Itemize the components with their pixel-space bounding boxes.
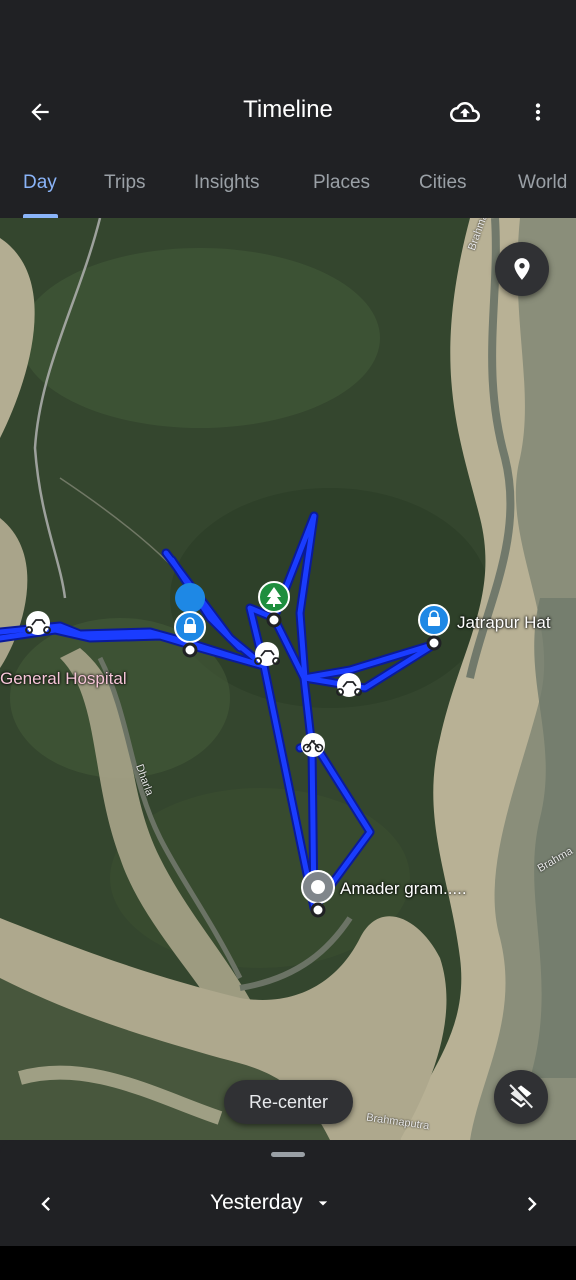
motorcycle-icon[interactable] <box>25 611 51 635</box>
place-pin-icon <box>514 258 530 280</box>
place-label-jatrapur-hat[interactable]: Jatrapur Hat <box>457 613 551 633</box>
tab-insights[interactable]: Insights <box>194 172 259 194</box>
motorcycle-icon[interactable] <box>254 642 280 666</box>
tab-world[interactable]: World <box>518 172 567 194</box>
location-pin-icon[interactable] <box>301 870 335 918</box>
status-bar <box>0 0 576 80</box>
place-fab-button[interactable] <box>495 242 549 296</box>
tab-bar: Day Trips Insights Places Cities World <box>0 144 576 218</box>
chevron-left-icon <box>41 1197 50 1211</box>
sheet-drag-handle[interactable] <box>271 1152 305 1157</box>
app-bar: Timeline <box>0 80 576 144</box>
tab-day[interactable]: Day <box>23 172 57 194</box>
date-label: Yesterday <box>210 1191 303 1214</box>
upload-button[interactable] <box>444 92 486 132</box>
place-label-general-hospital[interactable]: General Hospital <box>0 669 127 689</box>
cloud-upload-icon <box>450 102 480 122</box>
place-label-amader-gram[interactable]: Amader gram..... <box>340 879 467 899</box>
layers-fab-button[interactable] <box>494 1070 548 1124</box>
park-icon[interactable] <box>258 581 290 628</box>
caret-down-icon <box>318 1201 327 1206</box>
chevron-right-icon <box>528 1197 537 1211</box>
tab-places[interactable]: Places <box>313 172 370 194</box>
shopping-bag-icon[interactable] <box>418 604 450 651</box>
more-options-button[interactable] <box>520 92 556 132</box>
map-view[interactable]: Jatrapur Hat Amader gram..... General Ho… <box>0 218 576 1140</box>
date-selector[interactable]: Yesterday <box>210 1188 333 1218</box>
previous-day-button[interactable] <box>26 1184 66 1224</box>
motorcycle-icon[interactable] <box>336 673 362 697</box>
next-day-button[interactable] <box>512 1184 552 1224</box>
layers-off-icon <box>509 1084 533 1109</box>
more-vert-icon <box>535 103 541 121</box>
page-title: Timeline <box>243 96 333 123</box>
bicycle-icon[interactable] <box>301 733 325 757</box>
tab-cities[interactable]: Cities <box>419 172 467 194</box>
tab-trips[interactable]: Trips <box>104 172 146 194</box>
bottom-sheet: Yesterday <box>0 1140 576 1246</box>
system-nav-bar <box>0 1246 576 1280</box>
recenter-button[interactable]: Re-center <box>224 1080 353 1124</box>
